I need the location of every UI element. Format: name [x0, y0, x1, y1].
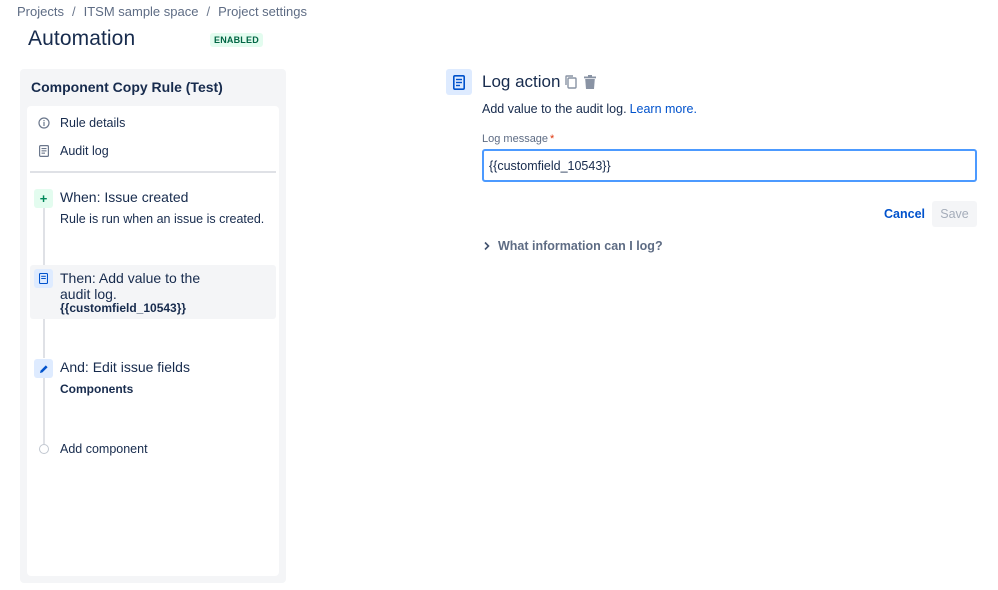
- breadcrumb: Projects / ITSM sample space / Project s…: [17, 3, 307, 19]
- breadcrumb-separator: /: [206, 3, 211, 19]
- plus-icon: +: [34, 189, 53, 208]
- component-title: When: Issue created: [60, 189, 189, 205]
- document-icon: [34, 269, 53, 288]
- rule-name: Component Copy Rule (Test): [31, 79, 223, 95]
- component-title: Then: Add value to the audit log.: [60, 270, 201, 302]
- info-icon: [37, 116, 51, 130]
- description-text: Add value to the audit log.: [482, 102, 627, 116]
- pencil-icon: [34, 359, 53, 378]
- log-message-input[interactable]: [482, 149, 977, 182]
- component-title: And: Edit issue fields: [60, 359, 190, 375]
- trash-icon[interactable]: [583, 74, 597, 90]
- log-message-label: Log message *: [482, 133, 554, 145]
- add-component-dot: [39, 444, 49, 454]
- component-subtitle: Components: [60, 382, 134, 396]
- detail-description: Add value to the audit log. Learn more.: [482, 102, 697, 116]
- learn-more-link[interactable]: Learn more.: [630, 102, 697, 116]
- breadcrumb-projects[interactable]: Projects: [17, 4, 64, 19]
- document-icon: [37, 144, 51, 158]
- audit-log-label: Audit log: [60, 144, 109, 158]
- cancel-button[interactable]: Cancel: [876, 201, 933, 227]
- log-info-expander[interactable]: What information can I log?: [483, 239, 663, 253]
- rule-panel: Component Copy Rule (Test) Rule details …: [20, 69, 286, 583]
- copy-icon[interactable]: [564, 74, 578, 90]
- log-action-icon: [446, 69, 472, 95]
- expander-label: What information can I log?: [498, 239, 663, 253]
- timeline-connector: [43, 208, 45, 265]
- audit-log-link[interactable]: Audit log: [37, 144, 109, 158]
- rule-details-label: Rule details: [60, 116, 126, 130]
- breadcrumb-project-settings[interactable]: Project settings: [218, 4, 307, 19]
- required-marker: *: [550, 133, 555, 145]
- add-component-label: Add component: [60, 442, 148, 456]
- divider: [30, 171, 276, 173]
- breadcrumb-itsm-sample-space[interactable]: ITSM sample space: [84, 4, 199, 19]
- component-subtitle: Rule is run when an issue is created.: [60, 212, 265, 226]
- save-button[interactable]: Save: [932, 201, 977, 227]
- field-label-text: Log message: [482, 133, 549, 145]
- rule-components-list: Rule details Audit log + When: Issue cre…: [27, 106, 279, 576]
- chevron-right-icon: [483, 241, 493, 251]
- component-subtitle: {{customfield_10543}}: [60, 301, 187, 315]
- timeline-connector: [43, 378, 45, 444]
- rule-details-link[interactable]: Rule details: [37, 116, 125, 130]
- page-title: Automation: [28, 27, 136, 50]
- breadcrumb-separator: /: [71, 3, 76, 19]
- status-badge: ENABLED: [210, 33, 263, 47]
- detail-title: Log action: [482, 72, 561, 91]
